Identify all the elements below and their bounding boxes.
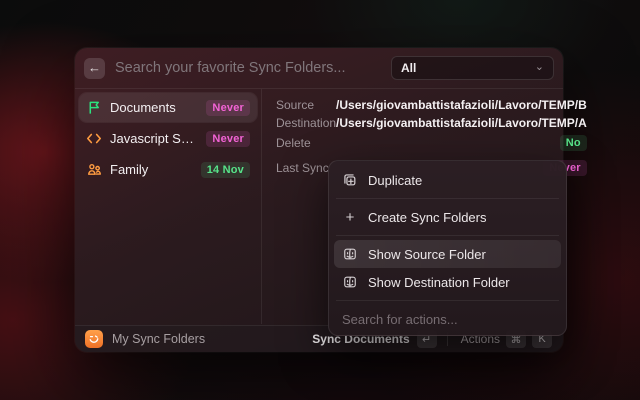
sync-folders-list: Documents Never Javascript Source C... N… <box>75 89 262 324</box>
filter-dropdown-value: All <box>401 61 535 75</box>
menu-divider <box>336 235 559 236</box>
flag-icon <box>86 100 102 116</box>
list-item-label: Javascript Source C... <box>110 131 198 146</box>
detail-row-source: Source /Users/giovambattistafazioli/Lavo… <box>276 96 587 113</box>
detail-value: /Users/giovambattistafazioli/Lavoro/TEMP… <box>336 116 587 130</box>
filter-dropdown[interactable]: All ⌄ <box>391 56 554 80</box>
detail-label: Last Sync <box>276 161 329 175</box>
detail-label: Source <box>276 98 314 112</box>
plus-icon: + <box>342 209 358 225</box>
list-item-documents[interactable]: Documents Never <box>79 93 257 122</box>
detail-row-delete: Delete No <box>276 132 587 153</box>
menu-item-label: Show Source Folder <box>368 247 486 262</box>
menu-item-create-sync-folders[interactable]: + Create Sync Folders <box>334 203 561 231</box>
menu-divider <box>336 300 559 301</box>
detail-row-destination: Destination /Users/giovambattistafazioli… <box>276 114 587 131</box>
status-badge: 14 Nov <box>201 162 250 178</box>
menu-divider <box>336 198 559 199</box>
delete-badge: No <box>560 135 587 151</box>
list-item-family[interactable]: Family 14 Nov <box>79 155 257 184</box>
list-item-label: Family <box>110 162 193 177</box>
status-badge: Never <box>206 131 250 147</box>
menu-item-show-source-folder[interactable]: Show Source Folder <box>334 240 561 268</box>
search-bar: ← All ⌄ <box>75 48 563 88</box>
list-item-javascript-source[interactable]: Javascript Source C... Never <box>79 124 257 153</box>
list-item-label: Documents <box>110 100 198 115</box>
code-icon <box>86 131 102 147</box>
sync-folders-window: ← All ⌄ Documents Never Javascript Sourc… <box>75 48 563 352</box>
menu-item-label: Duplicate <box>368 173 422 188</box>
actions-menu: Duplicate + Create Sync Folders Show Sou… <box>328 160 567 336</box>
status-badge: Never <box>206 100 250 116</box>
menu-item-label: Show Destination Folder <box>368 275 510 290</box>
finder-icon <box>342 246 358 262</box>
duplicate-icon <box>342 172 358 188</box>
finder-icon <box>342 274 358 290</box>
menu-item-duplicate[interactable]: Duplicate <box>334 166 561 194</box>
chevron-down-icon: ⌄ <box>535 60 544 73</box>
app-name-label: My Sync Folders <box>112 332 304 346</box>
actions-search-input[interactable] <box>334 305 561 335</box>
people-icon <box>86 162 102 178</box>
menu-item-label: Create Sync Folders <box>368 210 487 225</box>
detail-label: Delete <box>276 136 311 150</box>
back-button[interactable]: ← <box>84 58 105 79</box>
detail-label: Destination <box>276 116 336 130</box>
app-icon <box>85 330 103 348</box>
detail-value: /Users/giovambattistafazioli/Lavoro/TEMP… <box>336 98 587 112</box>
search-input[interactable] <box>115 60 381 76</box>
menu-item-show-destination-folder[interactable]: Show Destination Folder <box>334 268 561 296</box>
